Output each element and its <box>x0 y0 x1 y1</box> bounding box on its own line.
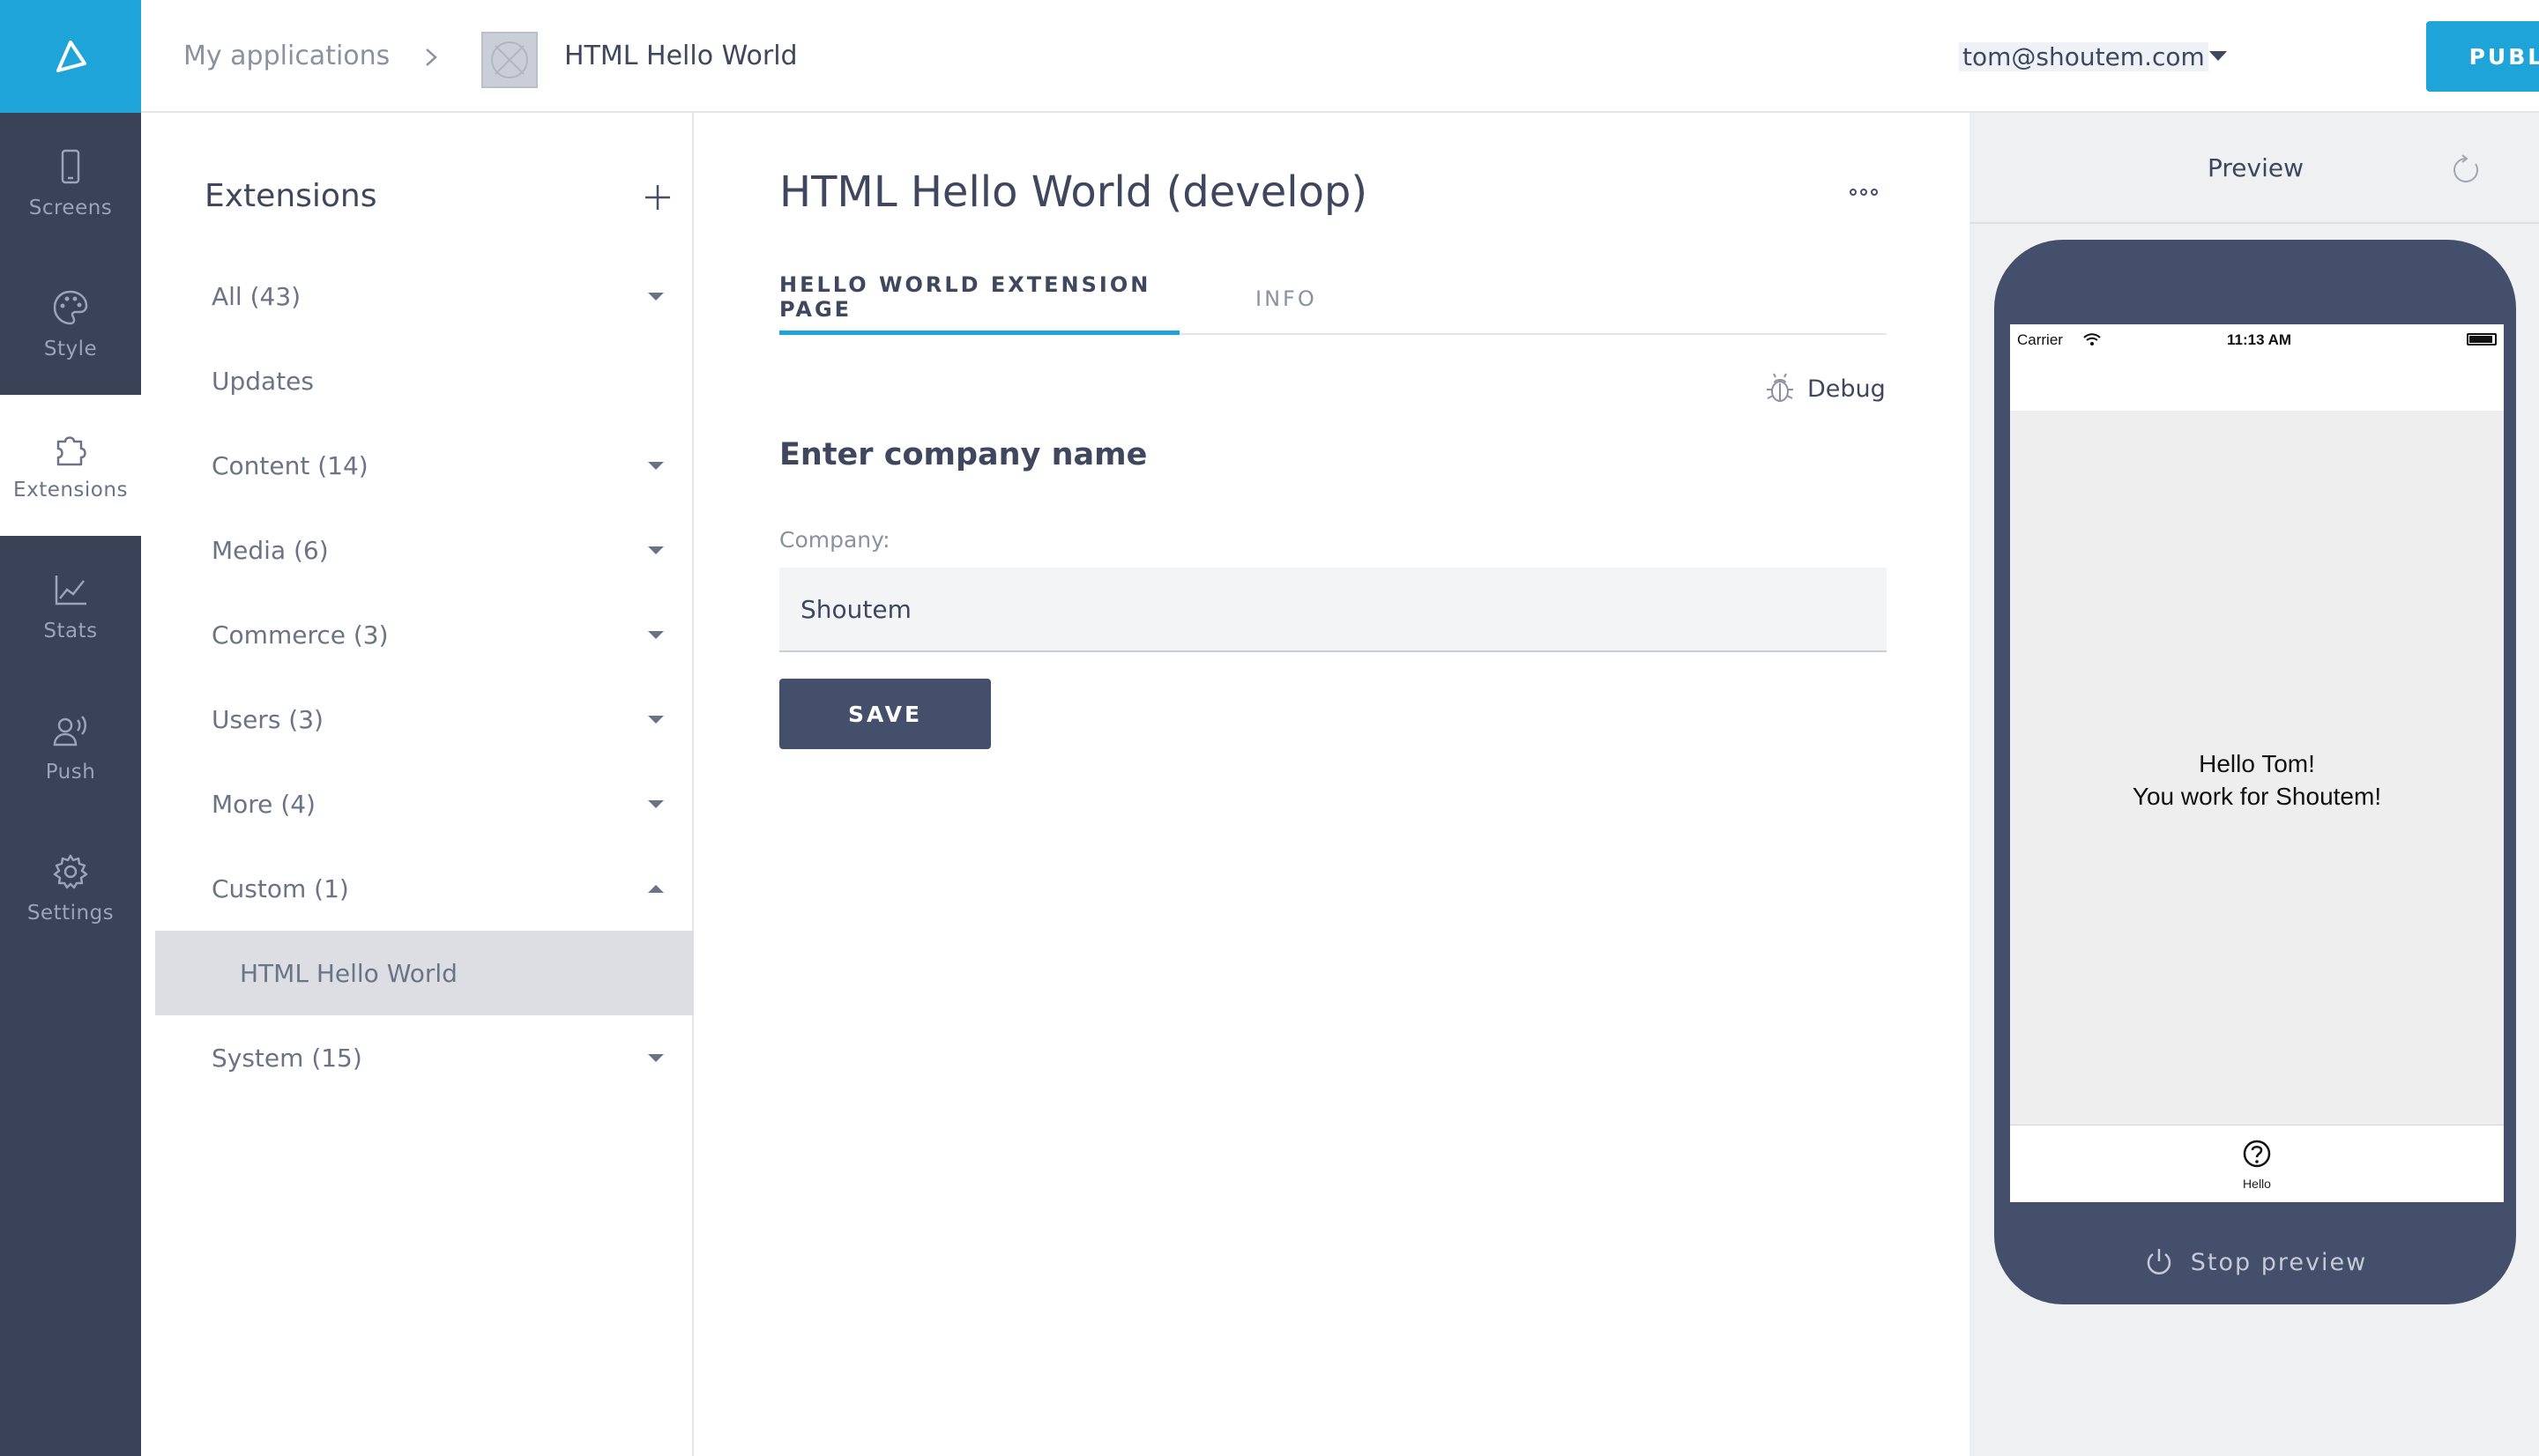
add-icon[interactable] <box>642 182 674 213</box>
battery-icon <box>2467 333 2497 345</box>
page-title: HTML Hello World (develop) <box>779 167 1368 217</box>
nav-push[interactable]: Push <box>0 677 141 818</box>
phone-frame: Carrier 11:13 AM Hello Tom! You work for… <box>1994 240 2516 1304</box>
app-thumbnail <box>481 32 538 88</box>
extension-category-content[interactable]: Content (14) <box>155 423 694 508</box>
bug-icon <box>1767 373 1793 402</box>
power-icon <box>2147 1249 2171 1274</box>
nav-settings-label: Settings <box>26 902 115 925</box>
nav-screens-label: Screens <box>28 197 113 219</box>
extension-category-label: Users (3) <box>212 704 324 734</box>
extensions-panel: Extensions All (43) Updates Content (14)… <box>141 113 694 1456</box>
stop-preview-button[interactable]: Stop preview <box>1994 1246 2516 1278</box>
logo[interactable] <box>0 0 141 113</box>
hello-line-2: You work for Shoutem! <box>2132 783 2382 810</box>
help-circle-icon[interactable] <box>2241 1138 2273 1170</box>
palette-icon <box>53 290 88 325</box>
extension-category-commerce[interactable]: Commerce (3) <box>155 592 694 677</box>
app-tab-label: Hello <box>2243 1177 2271 1191</box>
hello-line-1: Hello Tom! <box>2199 750 2315 777</box>
nav-screens[interactable]: Screens <box>0 113 141 254</box>
page-tabs: HELLO WORLD EXTENSION PAGE INFO <box>779 263 1887 335</box>
phone-screen[interactable]: Carrier 11:13 AM Hello Tom! You work for… <box>2010 324 2504 1202</box>
extension-category-system[interactable]: System (15) <box>155 1015 694 1100</box>
chevron-up-icon <box>648 885 664 893</box>
preview-title: Preview <box>2208 153 2304 182</box>
user-email[interactable]: tom@shoutem.com <box>1959 42 2208 71</box>
extension-category-label: Updates <box>212 366 314 396</box>
chevron-right-icon <box>426 48 437 66</box>
nav-extensions-label: Extensions <box>13 479 128 501</box>
extension-category-media[interactable]: Media (6) <box>155 508 694 592</box>
debug-label: Debug <box>1807 375 1886 403</box>
extension-item-html-hello-world[interactable]: HTML Hello World <box>155 931 694 1015</box>
chevron-down-icon[interactable] <box>2209 51 2227 61</box>
side-navigation: Screens Style Extensions Stats Push Sett… <box>0 0 141 1456</box>
chevron-down-icon <box>648 546 664 554</box>
extension-item-label: HTML Hello World <box>240 958 458 988</box>
nav-settings[interactable]: Settings <box>0 818 141 959</box>
extensions-title: Extensions <box>205 178 377 214</box>
chart-icon <box>55 576 86 605</box>
logo-icon <box>56 41 86 72</box>
tab-hello-world-extension-page[interactable]: HELLO WORLD EXTENSION PAGE <box>779 263 1180 335</box>
chevron-down-icon <box>648 293 664 301</box>
debug-button[interactable]: Debug <box>1763 372 1886 405</box>
chevron-down-icon <box>648 800 664 808</box>
wifi-icon <box>2083 333 2101 345</box>
extension-category-more[interactable]: More (4) <box>155 761 694 846</box>
placeholder-image-icon <box>491 41 528 78</box>
extension-category-custom[interactable]: Custom (1) <box>155 846 694 931</box>
company-label: Company: <box>779 527 890 553</box>
save-button[interactable]: SAVE <box>779 679 991 749</box>
refresh-icon[interactable] <box>2449 153 2483 187</box>
extension-category-label: More (4) <box>212 789 316 819</box>
nav-stats[interactable]: Stats <box>0 536 141 677</box>
status-bar: Carrier 11:13 AM <box>2010 324 2504 358</box>
more-options-icon[interactable] <box>1846 183 1881 201</box>
section-title: Enter company name <box>779 437 1148 472</box>
extension-category-label: Content (14) <box>212 450 369 480</box>
nav-style-label: Style <box>43 338 98 360</box>
chevron-down-icon <box>648 462 664 470</box>
phone-icon <box>61 149 80 184</box>
extension-category-label: Commerce (3) <box>212 620 389 650</box>
extension-category-label: System (15) <box>212 1043 362 1073</box>
top-header: My applications HTML Hello World tom@sho… <box>141 0 2539 113</box>
push-icon <box>53 716 86 747</box>
app-navbar <box>2010 358 2504 411</box>
puzzle-icon <box>56 436 86 466</box>
status-carrier: Carrier <box>2017 331 2063 348</box>
extension-category-updates[interactable]: Updates <box>155 338 694 423</box>
nav-style[interactable]: Style <box>0 254 141 395</box>
chevron-down-icon <box>648 1054 664 1062</box>
preview-header: Preview <box>1969 113 2539 224</box>
nav-extensions[interactable]: Extensions <box>0 395 141 536</box>
extension-settings-page: HTML Hello World (develop) HELLO WORLD E… <box>695 113 1969 1456</box>
extension-category-label: Custom (1) <box>212 873 349 903</box>
breadcrumb-my-applications[interactable]: My applications <box>183 41 390 71</box>
extension-category-label: Media (6) <box>212 535 329 565</box>
hello-message: Hello Tom! You work for Shoutem! <box>2010 747 2504 813</box>
app-tab-bar: Hello <box>2010 1125 2504 1202</box>
breadcrumb-app-name[interactable]: HTML Hello World <box>564 41 798 71</box>
nav-stats-label: Stats <box>43 620 98 643</box>
extension-category-label: All (43) <box>212 281 302 311</box>
extension-category-all[interactable]: All (43) <box>155 254 694 338</box>
publish-button[interactable]: PUBLISH <box>2426 21 2539 92</box>
chevron-down-icon <box>648 631 664 639</box>
nav-push-label: Push <box>45 761 96 784</box>
stop-preview-label: Stop preview <box>2190 1248 2368 1276</box>
preview-panel: Preview Carrier 11:13 AM Hello Tom! You … <box>1969 113 2539 1456</box>
extension-category-users[interactable]: Users (3) <box>155 677 694 761</box>
gear-icon <box>53 854 88 889</box>
chevron-down-icon <box>648 716 664 724</box>
tab-info[interactable]: INFO <box>1255 263 1317 335</box>
status-time: 11:13 AM <box>2227 331 2292 348</box>
company-input[interactable] <box>779 568 1887 652</box>
